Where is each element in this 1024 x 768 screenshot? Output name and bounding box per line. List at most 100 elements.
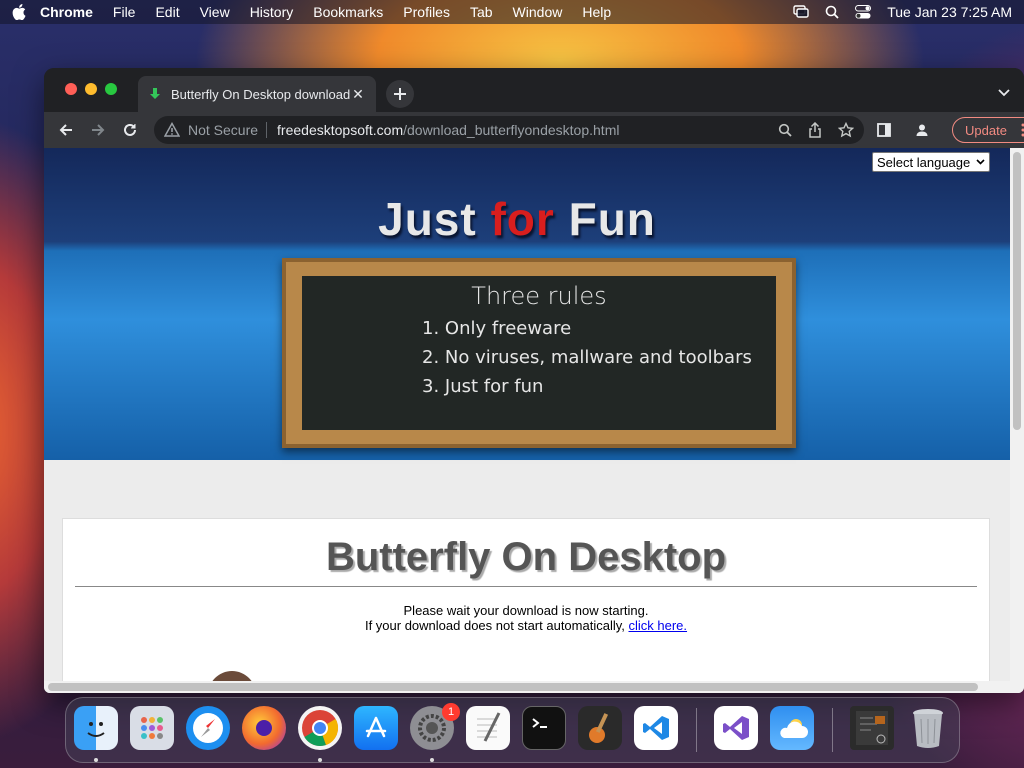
horizontal-scroll-thumb[interactable] [48, 683, 978, 691]
tab-butterfly-download[interactable]: Butterfly On Desktop download ✕ [138, 76, 376, 112]
browser-toolbar: Not Secure freedesktopsoft.com/download_… [44, 112, 1024, 148]
apple-menu-icon[interactable] [12, 4, 26, 20]
click-here-link[interactable]: click here. [629, 618, 688, 633]
rules-title: Three rules [471, 282, 607, 310]
firefox-icon[interactable] [242, 706, 286, 750]
finder-icon[interactable] [74, 706, 118, 750]
forward-arrow-icon [92, 124, 105, 136]
language-select[interactable]: Select language [872, 152, 990, 172]
trash-icon[interactable] [906, 706, 950, 750]
visual-studio-icon[interactable] [714, 706, 758, 750]
tab-strip: Butterfly On Desktop download ✕ [44, 68, 1024, 112]
launchpad-icon[interactable] [130, 706, 174, 750]
vertical-scroll-thumb[interactable] [1013, 152, 1021, 430]
reload-icon [124, 123, 136, 136]
settings-running-dot [430, 758, 434, 762]
control-center-icon[interactable] [855, 5, 872, 19]
clock[interactable]: Tue Jan 23 7:25 AM [887, 4, 1012, 20]
safari-icon[interactable] [186, 706, 230, 750]
download-card: Butterfly On Desktop Please wait your do… [62, 518, 990, 693]
zoom-search-icon[interactable] [778, 123, 792, 137]
close-window-button[interactable] [65, 83, 77, 95]
profile-button[interactable] [908, 116, 936, 144]
menu-help[interactable]: Help [582, 4, 611, 20]
side-panel-icon [877, 123, 891, 137]
menu-history[interactable]: History [250, 4, 294, 20]
rules-list: 1. Only freeware 2. No viruses, mallware… [422, 314, 776, 401]
download-message: Please wait your download is now startin… [63, 603, 989, 633]
menu-view[interactable]: View [200, 4, 230, 20]
new-tab-button[interactable] [386, 80, 414, 108]
reload-button[interactable] [116, 116, 144, 144]
back-button[interactable] [52, 116, 80, 144]
forward-button[interactable] [84, 116, 112, 144]
page-viewport: Select language Just for Fun Three rules… [44, 148, 1024, 693]
rule-item: 3. Just for fun [422, 376, 544, 397]
vertical-scrollbar[interactable] [1010, 148, 1024, 693]
menu-profiles[interactable]: Profiles [403, 4, 450, 20]
minimize-window-button[interactable] [85, 83, 97, 95]
dock-divider [696, 708, 697, 752]
address-bar[interactable]: Not Secure freedesktopsoft.com/download_… [154, 116, 864, 144]
site-banner: Select language Just for Fun Three rules… [44, 148, 1010, 460]
chalkboard: Three rules 1. Only freeware 2. No virus… [282, 258, 796, 448]
security-label[interactable]: Not Secure [188, 122, 258, 138]
rule-item: 1. Only freeware [422, 318, 572, 339]
dock-divider [832, 708, 833, 752]
vscode-icon[interactable] [634, 706, 678, 750]
fallback-line: If your download does not start automati… [63, 618, 989, 633]
menu-app-chrome[interactable]: Chrome [40, 4, 93, 20]
tab-search-chevron-icon[interactable] [998, 84, 1010, 102]
not-secure-warning-icon[interactable] [164, 122, 180, 138]
wait-message: Please wait your download is now startin… [403, 603, 649, 618]
site-headline: Just for Fun [44, 192, 990, 246]
download-arrow-icon [148, 87, 162, 101]
zoom-window-button[interactable] [105, 83, 117, 95]
settings-notification-badge: 1 [442, 703, 460, 721]
profile-icon [916, 124, 928, 136]
spotlight-search-icon[interactable] [825, 5, 839, 19]
menu-bookmarks[interactable]: Bookmarks [313, 4, 383, 20]
weather-icon[interactable] [770, 706, 814, 750]
dock: 1 [65, 697, 960, 763]
bookmark-star-icon[interactable] [838, 122, 854, 138]
menu-edit[interactable]: Edit [155, 4, 179, 20]
textedit-icon[interactable] [466, 706, 510, 750]
title-divider [75, 586, 977, 587]
url-host: freedesktopsoft.com [277, 122, 404, 138]
horizontal-scrollbar[interactable] [44, 681, 1010, 693]
chevron-down-icon [976, 159, 985, 165]
update-label: Update [965, 122, 1007, 138]
tab-title: Butterfly On Desktop download [171, 86, 350, 102]
downloads-stack-icon[interactable] [850, 706, 894, 750]
side-panel-button[interactable] [870, 116, 898, 144]
terminal-icon[interactable] [522, 706, 566, 750]
menu-bar: Chrome File Edit View History Bookmarks … [0, 0, 1024, 24]
garageband-icon[interactable] [578, 706, 622, 750]
address-divider [266, 122, 268, 138]
app-store-icon[interactable] [354, 706, 398, 750]
rule-item: 2. No viruses, mallware and toolbars [422, 347, 752, 368]
close-tab-icon[interactable]: ✕ [350, 86, 366, 102]
screen-mirroring-icon[interactable] [793, 5, 809, 19]
window-controls [65, 83, 117, 95]
headline-for: for [490, 193, 555, 245]
back-arrow-icon [59, 124, 72, 136]
chrome-running-dot [318, 758, 322, 762]
plus-icon [394, 88, 406, 100]
headline-fun: Fun [554, 193, 656, 245]
address-bar-actions [778, 122, 854, 138]
language-select-value: Select language [877, 154, 971, 170]
chrome-icon[interactable] [298, 706, 342, 750]
headline-just: Just [378, 193, 491, 245]
share-icon[interactable] [808, 122, 822, 138]
menu-file[interactable]: File [113, 4, 136, 20]
url-path: /download_butterflyondesktop.html [403, 122, 620, 138]
finder-running-dot [94, 758, 98, 762]
fallback-message: If your download does not start automati… [364, 618, 625, 633]
toolbar-right: Update [870, 116, 1024, 144]
update-button[interactable]: Update [952, 117, 1024, 143]
chalkboard-surface: Three rules 1. Only freeware 2. No virus… [302, 276, 776, 430]
menu-window[interactable]: Window [513, 4, 563, 20]
menu-tab[interactable]: Tab [470, 4, 493, 20]
